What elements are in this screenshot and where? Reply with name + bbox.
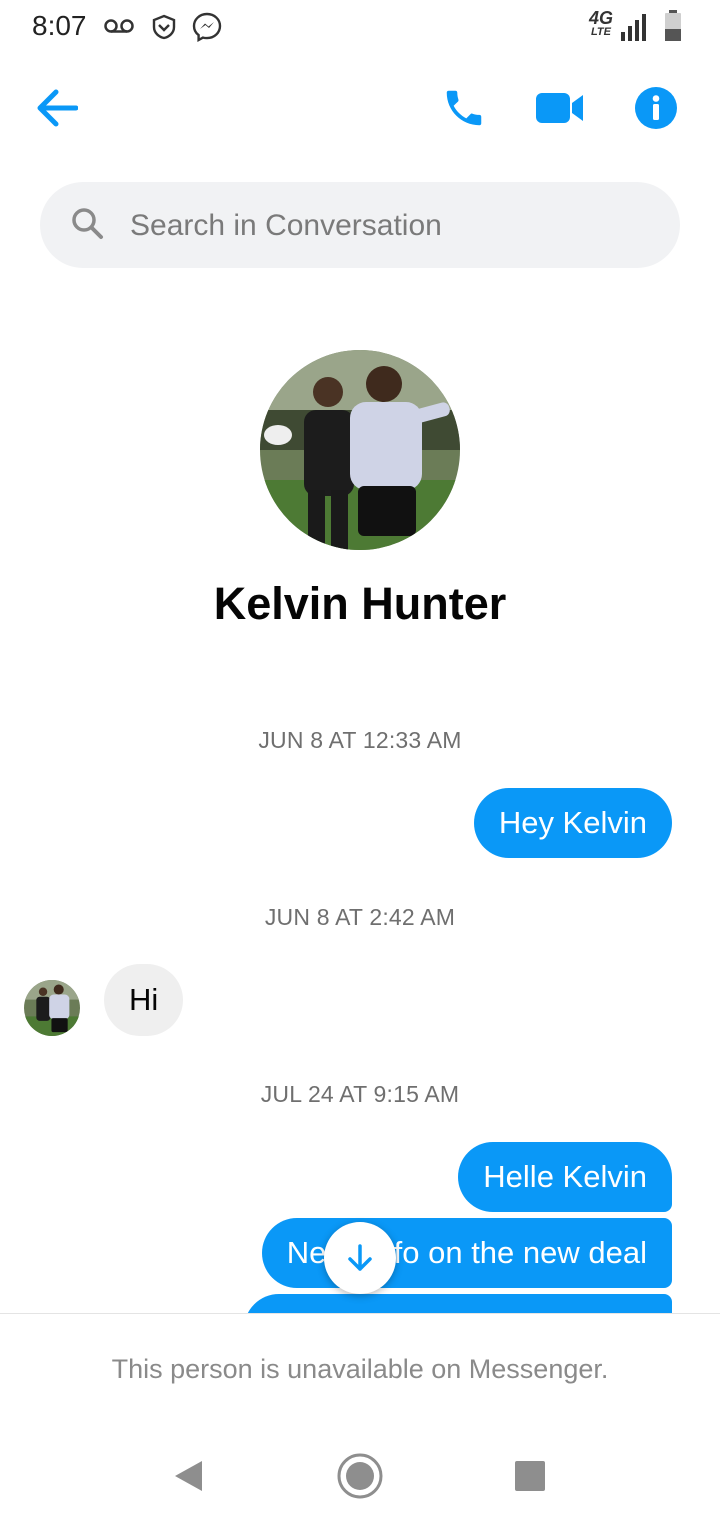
profile-photo xyxy=(260,350,460,550)
video-call-button[interactable] xyxy=(532,80,588,136)
triangle-back-icon xyxy=(175,1461,202,1491)
network-type-label: 4G LTE xyxy=(584,8,618,39)
conversation-search xyxy=(40,182,680,268)
message-timestamp: JUN 8 AT 12:33 AM xyxy=(258,727,462,753)
back-arrow-icon xyxy=(37,89,78,127)
outgoing-message[interactable]: Helle Kelvin xyxy=(458,1142,672,1212)
nav-home-button[interactable] xyxy=(330,1446,390,1506)
network-type: 4G xyxy=(588,8,613,28)
nav-back-button[interactable] xyxy=(158,1446,218,1506)
square-recents-icon xyxy=(515,1461,545,1491)
battery-icon xyxy=(665,10,681,41)
conversation-header xyxy=(0,60,720,160)
sender-avatar[interactable] xyxy=(24,980,80,1036)
incoming-message[interactable]: Hi xyxy=(104,964,184,1036)
scroll-to-bottom-button[interactable] xyxy=(324,1222,396,1294)
search-icon xyxy=(72,208,103,239)
unavailable-notice: This person is unavailable on Messenger. xyxy=(111,1354,609,1384)
voicemail-icon xyxy=(104,19,134,33)
home-circle-icon xyxy=(337,1453,383,1499)
arrow-down-icon xyxy=(348,1244,372,1271)
profile-avatar[interactable] xyxy=(260,350,460,550)
outgoing-message[interactable]: Hey Kelvin xyxy=(473,788,672,858)
vpn-shield-icon xyxy=(152,14,176,40)
phone-icon xyxy=(446,90,482,126)
message-timestamp: JUL 24 AT 9:15 AM xyxy=(260,1081,460,1107)
system-navigation-bar xyxy=(0,1430,720,1520)
search-input[interactable] xyxy=(128,200,652,252)
status-bar: 8:07 4G LTE xyxy=(0,0,720,56)
status-time: 8:07 xyxy=(32,10,87,41)
contact-name: Kelvin Hunter xyxy=(213,578,507,629)
messenger-icon xyxy=(192,12,222,42)
video-camera-icon xyxy=(536,93,583,123)
nav-recents-button[interactable] xyxy=(500,1446,560,1506)
signal-icon xyxy=(621,14,646,41)
message-timestamp: JUN 8 AT 2:42 AM xyxy=(264,904,456,930)
back-button[interactable] xyxy=(28,80,84,136)
sender-photo xyxy=(24,980,80,1036)
voice-call-button[interactable] xyxy=(436,80,492,136)
conversation-info-button[interactable] xyxy=(628,80,684,136)
info-icon xyxy=(635,87,677,129)
